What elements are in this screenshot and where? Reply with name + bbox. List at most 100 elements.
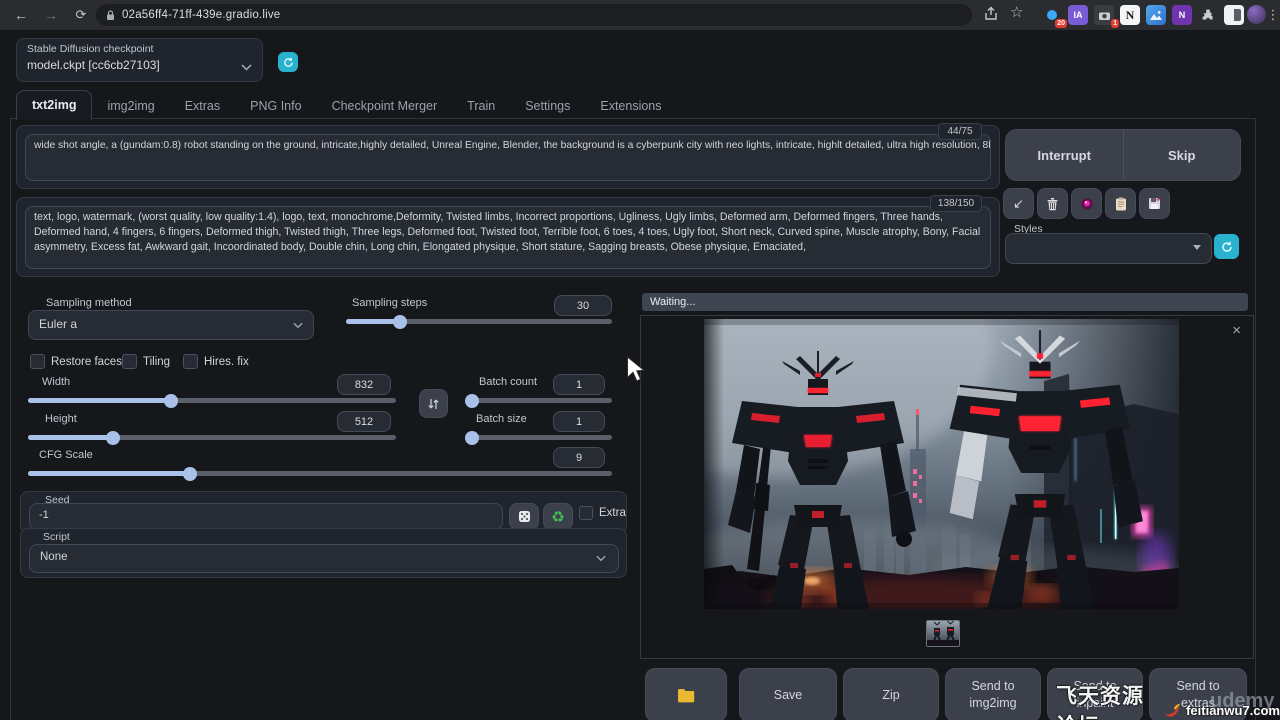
- checkpoint-value: model.ckpt [cc6cb27103]: [27, 58, 160, 72]
- pin-extension-icon[interactable]: 20: [1042, 5, 1062, 25]
- browser-reload-icon[interactable]: ⟳: [70, 4, 92, 26]
- chevron-down-icon: [241, 64, 252, 71]
- tab-checkpoint-merger[interactable]: Checkpoint Merger: [317, 92, 453, 120]
- seed-input[interactable]: -1: [29, 503, 503, 530]
- tab-bar: txt2img img2img Extras PNG Info Checkpoi…: [16, 90, 677, 120]
- clipboard-icon[interactable]: [1105, 188, 1136, 219]
- script-block: Script None: [20, 528, 627, 578]
- paste-arrow-icon[interactable]: ↙: [1003, 188, 1034, 219]
- batch-count-value[interactable]: 1: [553, 374, 605, 395]
- swap-dimensions-button[interactable]: [419, 389, 448, 418]
- tab-img2img[interactable]: img2img: [92, 92, 169, 120]
- height-slider[interactable]: [28, 435, 396, 440]
- width-slider[interactable]: [28, 398, 396, 403]
- prompt-textarea[interactable]: wide shot angle, a (gundam:0.8) robot st…: [25, 134, 991, 181]
- open-folder-button[interactable]: [645, 668, 727, 720]
- browser-menu-icon[interactable]: ⋮: [1262, 4, 1280, 26]
- trash-icon[interactable]: [1037, 188, 1068, 219]
- stable-diffusion-webui: ← → ⟳ 02a56ff4-71ff-439e.gradio.live ☆ 2…: [0, 0, 1280, 720]
- send-to-img2img-button[interactable]: Send to img2img: [945, 668, 1041, 720]
- cfg-scale-label: CFG Scale: [39, 449, 93, 461]
- cfg-scale-value[interactable]: 9: [553, 447, 605, 468]
- save-style-icon[interactable]: [1139, 188, 1170, 219]
- gallery-extension-icon[interactable]: [1146, 5, 1166, 25]
- hires-fix-label: Hires. fix: [204, 356, 249, 368]
- batch-size-value[interactable]: 1: [553, 411, 605, 432]
- zip-button[interactable]: Zip: [843, 668, 939, 720]
- result-gallery: ×: [640, 315, 1254, 659]
- skip-button[interactable]: Skip: [1124, 130, 1241, 180]
- restore-faces-checkbox[interactable]: [30, 354, 45, 369]
- pin-extension-badge: 20: [1055, 19, 1067, 28]
- ia-extension-icon[interactable]: IA: [1068, 5, 1088, 25]
- sampling-steps-value[interactable]: 30: [554, 295, 612, 316]
- sampling-steps-slider[interactable]: [346, 319, 612, 324]
- checkpoint-label: Stable Diffusion checkpoint: [27, 43, 153, 55]
- bookmark-star-icon[interactable]: ☆: [1010, 3, 1023, 21]
- width-value[interactable]: 832: [337, 374, 391, 395]
- sidebar-extension-icon[interactable]: [1224, 5, 1244, 25]
- watermark-domain-text: feitianwu7.com: [1186, 703, 1280, 718]
- seed-extra-checkbox[interactable]: [579, 506, 593, 520]
- tab-settings[interactable]: Settings: [510, 92, 585, 120]
- negative-prompt-textarea[interactable]: text, logo, watermark, (worst quality, l…: [25, 206, 991, 269]
- send-to-img2img-line2: img2img: [969, 695, 1016, 712]
- tab-png-info[interactable]: PNG Info: [235, 92, 316, 120]
- script-value: None: [30, 545, 618, 569]
- progress-status-text: Waiting...: [642, 296, 695, 308]
- hires-fix-checkbox[interactable]: [183, 354, 198, 369]
- sampling-steps-label: Sampling steps: [352, 297, 427, 309]
- height-value[interactable]: 512: [337, 411, 391, 432]
- tab-extras[interactable]: Extras: [170, 92, 235, 120]
- camera-extension-icon[interactable]: 1: [1094, 5, 1114, 25]
- restore-faces-label: Restore faces: [51, 356, 122, 368]
- palette-icon[interactable]: [1071, 188, 1102, 219]
- negative-prompt-block: text, logo, watermark, (worst quality, l…: [16, 197, 1000, 277]
- tab-txt2img[interactable]: txt2img: [16, 90, 92, 120]
- tiling-checkbox[interactable]: [122, 354, 137, 369]
- site-watermark: 飞天资源论坛 feitianwu7.com: [1056, 680, 1280, 720]
- lock-icon: [106, 10, 115, 21]
- styles-dropdown[interactable]: [1005, 233, 1212, 264]
- puzzle-extensions-icon[interactable]: [1198, 5, 1218, 25]
- sampling-method-dropdown[interactable]: Euler a: [28, 310, 314, 340]
- cfg-scale-slider[interactable]: [28, 471, 612, 476]
- save-button[interactable]: Save: [739, 668, 837, 720]
- progress-bar: Waiting...: [642, 293, 1248, 311]
- tab-train[interactable]: Train: [452, 92, 510, 120]
- prompt-token-counter: 44/75: [938, 123, 982, 140]
- seed-extra-option[interactable]: Extra: [579, 506, 626, 520]
- gallery-thumbnail[interactable]: [926, 620, 960, 647]
- hires-fix-option[interactable]: Hires. fix: [183, 354, 249, 369]
- chevron-down-icon: [293, 322, 303, 329]
- share-icon[interactable]: [983, 6, 999, 22]
- checkpoint-refresh-button[interactable]: [278, 52, 298, 72]
- camera-extension-badge: 1: [1111, 19, 1119, 28]
- dice-icon[interactable]: [509, 503, 539, 530]
- prompt-text: wide shot angle, a (gundam:0.8) robot st…: [26, 135, 990, 156]
- browser-back-icon[interactable]: ←: [10, 4, 32, 26]
- close-icon[interactable]: ×: [1232, 324, 1241, 338]
- batch-size-slider[interactable]: [466, 435, 612, 440]
- styles-refresh-button[interactable]: [1214, 234, 1239, 259]
- tiling-option[interactable]: Tiling: [122, 354, 170, 369]
- address-bar[interactable]: 02a56ff4-71ff-439e.gradio.live: [96, 4, 972, 26]
- notion-extension-icon[interactable]: N: [1120, 5, 1140, 25]
- restore-faces-option[interactable]: Restore faces: [30, 354, 122, 369]
- width-label: Width: [42, 376, 70, 388]
- script-dropdown[interactable]: None: [29, 544, 619, 573]
- interrupt-skip-group: Interrupt Skip: [1005, 129, 1241, 181]
- negative-token-counter: 138/150: [930, 195, 982, 212]
- url-text: 02a56ff4-71ff-439e.gradio.live: [122, 9, 280, 21]
- onenote-extension-icon[interactable]: N: [1172, 5, 1192, 25]
- generated-image[interactable]: [704, 319, 1179, 609]
- recycle-icon[interactable]: ♻: [543, 503, 573, 530]
- watermark-site-text: 飞天资源论坛: [1056, 680, 1160, 720]
- interrupt-button[interactable]: Interrupt: [1006, 130, 1124, 180]
- tab-extensions[interactable]: Extensions: [585, 92, 676, 120]
- batch-count-slider[interactable]: [466, 398, 612, 403]
- browser-forward-icon[interactable]: →: [40, 4, 62, 26]
- script-label: Script: [43, 531, 70, 543]
- checkpoint-dropdown[interactable]: Stable Diffusion checkpoint model.ckpt […: [16, 38, 263, 82]
- prompt-block: wide shot angle, a (gundam:0.8) robot st…: [16, 125, 1000, 189]
